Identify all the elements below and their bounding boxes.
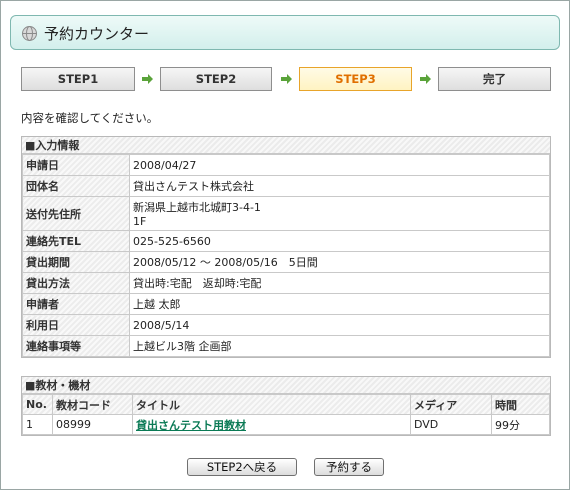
input-info-panel: ■入力情報 申請日 2008/04/27 団体名 貸出さんテスト株式会社 送付先…: [21, 136, 551, 358]
input-info-table: 申請日 2008/04/27 団体名 貸出さんテスト株式会社 送付先住所 新潟県…: [22, 154, 550, 357]
table-row: 連絡事項等 上越ビル3階 企画部: [22, 335, 550, 357]
step-complete: 完了: [438, 67, 551, 91]
address-line-1: 新潟県上越市北城町3-4-1: [133, 201, 261, 214]
table-row: 送付先住所 新潟県上越市北城町3-4-1 1F: [22, 196, 550, 231]
column-header: 教材コード: [52, 394, 133, 415]
page-title: 予約カウンター: [44, 25, 150, 43]
material-media: DVD: [410, 414, 492, 435]
material-time: 99分: [491, 414, 550, 435]
reserve-button[interactable]: 予約する: [314, 458, 384, 476]
material-code: 08999: [52, 414, 133, 435]
back-to-step2-button[interactable]: STEP2へ戻る: [187, 458, 297, 476]
field-value: 2008/5/14: [129, 314, 550, 336]
field-value: 2008/05/12 〜 2008/05/16 5日間: [129, 251, 550, 273]
globe-icon: [22, 26, 37, 41]
field-value: 上越ビル3階 企画部: [129, 335, 550, 357]
field-value: 貸出時:宅配 返却時:宅配: [129, 272, 550, 294]
table-row: 申請者 上越 太郎: [22, 293, 550, 315]
table-row: 貸出期間 2008/05/12 〜 2008/05/16 5日間: [22, 251, 550, 273]
materials-heading: ■教材・機材: [22, 377, 550, 394]
page-header: 予約カウンター: [10, 15, 560, 50]
field-value: 025-525-6560: [129, 230, 550, 252]
materials-panel: ■教材・機材 No. 教材コード タイトル メディア 時間 1 08999 貸出…: [21, 376, 551, 436]
field-label: 連絡先TEL: [22, 230, 130, 252]
field-label: 利用日: [22, 314, 130, 336]
material-title-link[interactable]: 貸出さんテスト用教材: [136, 419, 246, 432]
column-header: タイトル: [132, 394, 411, 415]
table-row: 団体名 貸出さんテスト株式会社: [22, 175, 550, 197]
field-label: 団体名: [22, 175, 130, 197]
field-label: 貸出期間: [22, 251, 130, 273]
column-header: メディア: [410, 394, 492, 415]
page-frame: 予約カウンター STEP1 STEP2 STEP3 完了 内容を確認してください…: [0, 0, 570, 490]
column-header: No.: [22, 394, 53, 415]
table-row: 連絡先TEL 025-525-6560: [22, 230, 550, 252]
field-value: 2008/04/27: [129, 154, 550, 176]
table-row: 利用日 2008/5/14: [22, 314, 550, 336]
table-row: 1 08999 貸出さんテスト用教材 DVD 99分: [22, 414, 550, 435]
instruction-text: 内容を確認してください。: [21, 111, 159, 125]
step-3-current: STEP3: [299, 67, 412, 91]
materials-table: No. 教材コード タイトル メディア 時間 1 08999 貸出さんテスト用教…: [22, 394, 550, 435]
table-header-row: No. 教材コード タイトル メディア 時間: [22, 394, 550, 415]
address-line-2: 1F: [133, 215, 147, 228]
table-row: 貸出方法 貸出時:宅配 返却時:宅配: [22, 272, 550, 294]
field-value: 新潟県上越市北城町3-4-1 1F: [129, 196, 550, 231]
arrow-right-icon: [420, 74, 431, 84]
field-label: 連絡事項等: [22, 335, 130, 357]
table-row: 申請日 2008/04/27: [22, 154, 550, 176]
material-title-cell: 貸出さんテスト用教材: [132, 414, 411, 435]
field-label: 申請日: [22, 154, 130, 176]
field-label: 送付先住所: [22, 196, 130, 231]
field-label: 申請者: [22, 293, 130, 315]
arrow-right-icon: [281, 74, 292, 84]
field-value: 上越 太郎: [129, 293, 550, 315]
field-value: 貸出さんテスト株式会社: [129, 175, 550, 197]
step-1: STEP1: [21, 67, 135, 91]
column-header: 時間: [491, 394, 550, 415]
step-2: STEP2: [160, 67, 272, 91]
row-number: 1: [22, 414, 53, 435]
input-info-heading: ■入力情報: [22, 137, 550, 154]
field-label: 貸出方法: [22, 272, 130, 294]
arrow-right-icon: [142, 74, 153, 84]
